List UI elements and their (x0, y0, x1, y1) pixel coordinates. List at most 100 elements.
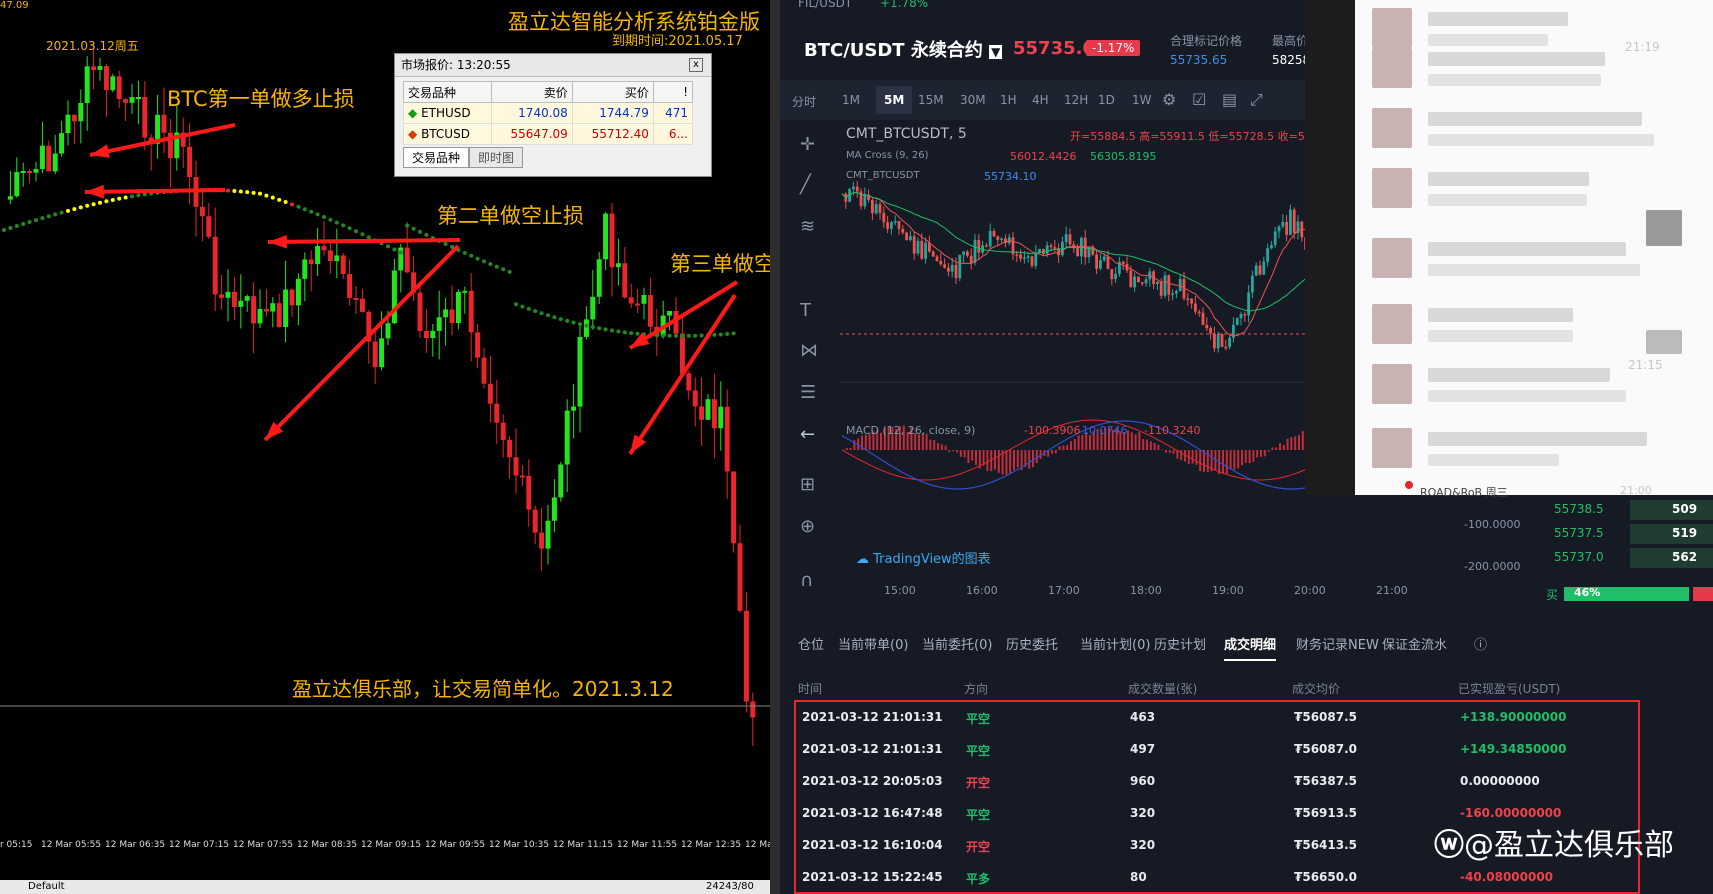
table-row[interactable]: 2021-03-12 15:22:45 平多 80 ₮56650.0 -40.08000… (796, 862, 1636, 894)
tab-8[interactable]: 保证金流水 (1382, 634, 1447, 653)
orderbook-row[interactable]: 55737.0 562 (1540, 546, 1713, 570)
orderbook-row[interactable]: 55738.5 509 (1540, 498, 1713, 522)
market-watch-window[interactable]: 市场报价: 13:20:55 x 交易品种 卖价 买价 ! ◆ ETHUSD 1… (394, 53, 712, 177)
indicator-icon[interactable]: ☑ (1192, 90, 1206, 109)
col-header-4: 已实现盈亏(USDT) (1458, 682, 1561, 696)
tab-0[interactable]: 仓位 (798, 634, 824, 653)
ma-dot (462, 250, 467, 255)
candle-body (647, 295, 653, 327)
ma-dot (386, 244, 390, 249)
timeframe-12H[interactable]: 12H (1064, 93, 1088, 107)
kline-body (1095, 254, 1098, 269)
candle-body (97, 66, 103, 70)
time-tick: 18:00 (1130, 584, 1162, 597)
chevron-down-icon[interactable]: ▼ (989, 45, 1003, 59)
tab-tick-chart[interactable]: 即时图 (469, 147, 524, 168)
table-row[interactable]: ◆ ETHUSD 1740.08 1744.79 471 (403, 102, 694, 124)
timeframe-4H[interactable]: 4H (1032, 93, 1049, 107)
ma-dot (27, 220, 32, 225)
kline-body (1251, 275, 1254, 293)
candle-body (545, 520, 551, 549)
macd-bar (1062, 445, 1065, 450)
table-row[interactable]: 2021-03-12 21:01:31 平空 463 ₮56087.5 +138.900… (796, 702, 1636, 734)
candle-body (731, 471, 737, 544)
template-icon[interactable]: ▤ (1222, 90, 1237, 109)
candle-body (14, 172, 20, 197)
timeframe-1D[interactable]: 1D (1098, 93, 1115, 107)
tab-1[interactable]: 当前带单(0) (838, 634, 908, 653)
avatar (1372, 304, 1412, 344)
kline-body (886, 222, 889, 229)
col-ask[interactable]: 买价 (571, 81, 654, 103)
kline-body (931, 251, 935, 257)
col-extra[interactable]: ! (652, 81, 694, 103)
orderbook-row[interactable]: 55737.5 519 (1540, 522, 1713, 546)
tab-5[interactable]: 历史计划 (1154, 634, 1206, 653)
pair-title[interactable]: BTC/USDT 永续合约 ▼ (804, 36, 1003, 62)
kline-body (1266, 248, 1269, 262)
spread-value: 6... (652, 123, 694, 145)
kline-body (1091, 247, 1095, 255)
kline-body (943, 264, 946, 268)
timeframe-1W[interactable]: 1W (1132, 93, 1152, 107)
tab-3[interactable]: 历史委托 (1006, 634, 1058, 653)
candle-body (622, 263, 628, 298)
timeframe-15M[interactable]: 15M (918, 93, 944, 107)
macd-bar (952, 450, 955, 452)
tab-2[interactable]: 当前委托(0) (922, 634, 992, 653)
ma-dot (635, 331, 640, 336)
kline-body (1270, 244, 1273, 249)
ma-value-1: 56012.4426 (1010, 150, 1077, 163)
market-watch-titlebar[interactable]: 市场报价: 13:20:55 x (395, 54, 711, 77)
macd-bar (1077, 435, 1080, 450)
timeframe-分时[interactable]: 分时 (792, 93, 816, 110)
ma-dot (488, 262, 493, 267)
buy-ratio-bar: 买 46% (1540, 586, 1713, 602)
weibo-icon: ⓦ (1434, 828, 1464, 863)
kline-body (1140, 282, 1144, 284)
ma-dot (328, 217, 333, 222)
candle-body (539, 532, 545, 549)
tab-7[interactable]: 财务记录NEW (1296, 634, 1379, 653)
kline-body (1144, 279, 1148, 284)
close-icon[interactable]: x (689, 58, 703, 72)
timeframe-30M[interactable]: 30M (960, 93, 986, 107)
ma-dot (616, 329, 621, 334)
candle-body (238, 300, 244, 307)
ma-dot (53, 212, 58, 217)
ma-dot (309, 209, 314, 214)
macd-bar (1263, 450, 1266, 457)
macd-bar (1256, 450, 1259, 458)
macd-bar (1028, 450, 1031, 469)
fullscreen-icon[interactable]: ⤢ (1250, 90, 1263, 110)
kline-body (1114, 273, 1117, 280)
timeframe-5M[interactable]: 5M (876, 86, 913, 114)
bid-price: 55647.09 (490, 123, 573, 145)
blurred-message (1428, 194, 1587, 206)
col-symbol[interactable]: 交易品种 (403, 81, 492, 103)
kline-body (1213, 333, 1216, 349)
kline-body (1034, 252, 1038, 266)
macd-bar (1275, 447, 1278, 450)
table-row[interactable]: 2021-03-12 20:05:03 开空 960 ₮56387.5 0.000000… (796, 766, 1636, 798)
ma-dot (2, 228, 6, 232)
candle-body (571, 406, 577, 411)
avatar (1372, 48, 1412, 88)
trade-price: ₮56087.0 (1294, 742, 1358, 756)
settings-icon[interactable]: ⚙ (1162, 90, 1176, 109)
info-icon[interactable]: ⓘ (1474, 634, 1487, 653)
macd-bar (1138, 431, 1141, 450)
tab-symbols[interactable]: 交易品种 (403, 147, 470, 168)
col-bid[interactable]: 卖价 (490, 81, 573, 103)
tab-6[interactable]: 成交明细 (1224, 634, 1277, 661)
tradingview-link[interactable]: ☁ TradingView的图表 (856, 548, 991, 567)
table-row[interactable]: ◆ BTCUSD 55647.09 55712.40 6... (403, 123, 694, 145)
blurred-message (1428, 74, 1601, 86)
timeframe-1H[interactable]: 1H (1000, 93, 1017, 107)
table-row[interactable]: 2021-03-12 21:01:31 平空 497 ₮56087.0 +149.348… (796, 734, 1636, 766)
timeframe-1M[interactable]: 1M (842, 93, 860, 107)
tab-4[interactable]: 当前计划(0) (1080, 634, 1150, 653)
time-tick: 16:00 (966, 584, 998, 597)
order-tabs: 仓位 当前带单(0) 当前委托(0) 历史委托 当前计划(0) 历史计划 成交明细 财务记录N… (780, 624, 1713, 664)
top-symbol[interactable]: FIL/USDT (798, 0, 852, 10)
